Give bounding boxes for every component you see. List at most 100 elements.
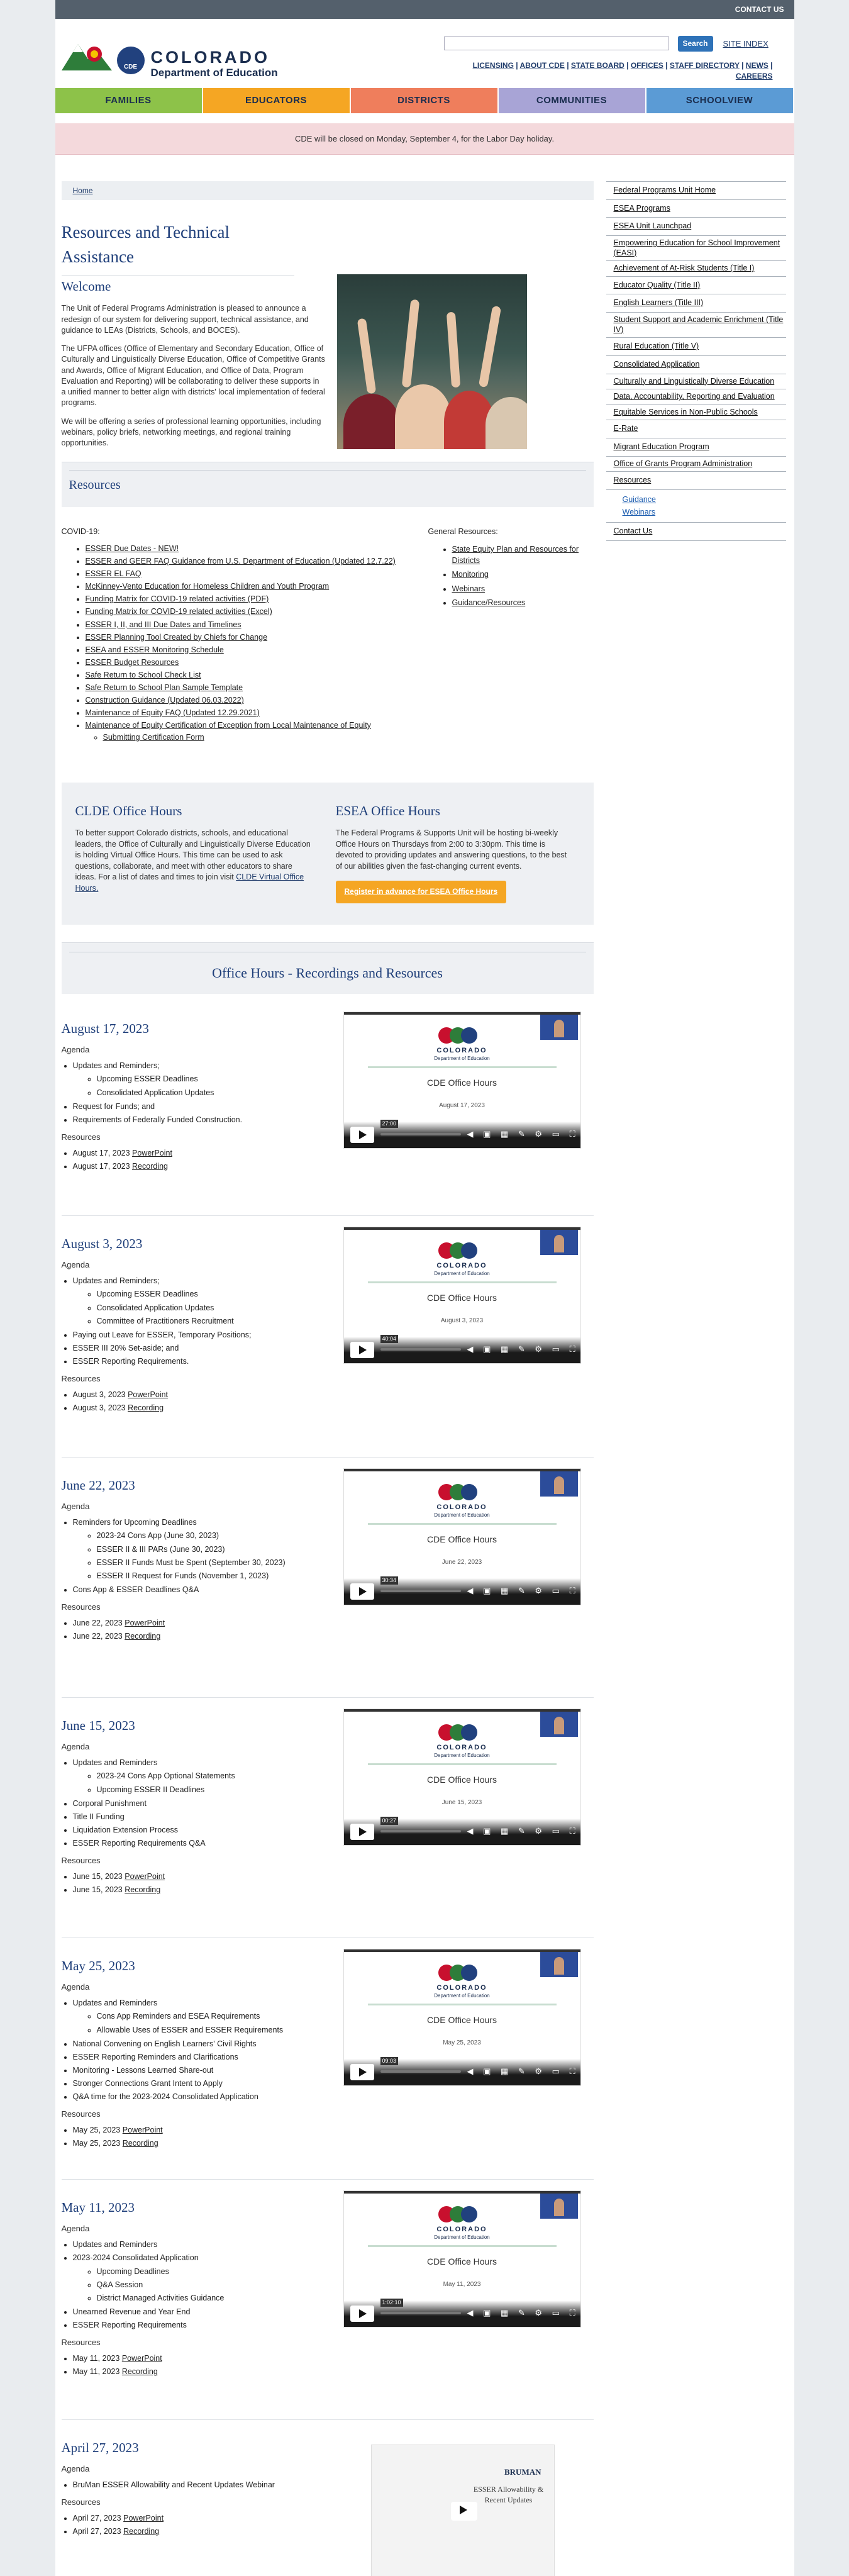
sidebar-item[interactable]: Federal Programs Unit Home <box>606 181 786 200</box>
powerpoint-link[interactable]: PowerPoint <box>132 1149 172 1157</box>
sidebar-item[interactable]: Educator Quality (Title II) <box>606 276 786 295</box>
nav-districts[interactable]: DISTRICTS <box>350 88 499 113</box>
covid-resource-link[interactable]: ESSER Budget Resources <box>86 658 179 667</box>
covid-resource-link[interactable]: Maintenance of Equity Certification of E… <box>86 721 371 730</box>
recording-link[interactable]: Recording <box>132 1162 168 1171</box>
play-button[interactable] <box>350 1824 374 1840</box>
covid-resource-link[interactable]: Safe Return to School Plan Sample Templa… <box>86 683 243 692</box>
video-control-icons[interactable]: ◀ ▣ ▦ ✎ ⚙ ▭ ⛶ <box>467 1129 579 1140</box>
covid-resource-link[interactable]: ESSER EL FAQ <box>86 569 142 578</box>
progress-track[interactable] <box>380 1830 461 1832</box>
progress-track[interactable] <box>380 1348 461 1351</box>
util-link-offices[interactable]: OFFICES <box>631 61 663 70</box>
video-player[interactable]: COLORADO Department of Education CDE Offic… <box>343 1949 581 2086</box>
breadcrumb-home[interactable]: Home <box>73 186 93 195</box>
covid-resource-link[interactable]: Safe Return to School Check List <box>86 671 201 679</box>
powerpoint-link[interactable]: PowerPoint <box>128 1390 168 1399</box>
sidebar-item[interactable]: Rural Education (Title V) <box>606 337 786 356</box>
covid-resource-link[interactable]: ESSER and GEER FAQ Guidance from U.S. De… <box>86 557 396 566</box>
recording-link[interactable]: Recording <box>128 1403 164 1412</box>
sidebar-sub-item-guidance[interactable]: Guidance <box>623 493 786 506</box>
sidebar-item[interactable]: Consolidated Application <box>606 355 786 374</box>
covid-resource-link[interactable]: Funding Matrix for COVID-19 related acti… <box>86 594 269 603</box>
nav-families[interactable]: FAMILIES <box>55 88 203 113</box>
cde-video-logo <box>438 2206 489 2222</box>
sidebar-item[interactable]: Achievement of At-Risk Students (Title I… <box>606 260 786 277</box>
video-control-icons[interactable]: ◀ ▣ ▦ ✎ ⚙ ▭ ⛶ <box>467 2307 579 2319</box>
video-player[interactable]: COLORADO Department of Education CDE Offic… <box>343 1012 581 1149</box>
powerpoint-link[interactable]: PowerPoint <box>125 1872 165 1881</box>
util-link-licensing[interactable]: LICENSING <box>473 61 514 70</box>
util-link-staff-directory[interactable]: STAFF DIRECTORY <box>670 61 740 70</box>
sidebar-item[interactable]: E-Rate <box>606 420 786 438</box>
recording-link[interactable]: Recording <box>125 1632 160 1641</box>
sidebar-item[interactable]: Empowering Education for School Improvem… <box>606 235 786 262</box>
util-link-state-board[interactable]: STATE BOARD <box>571 61 624 70</box>
video-player[interactable]: COLORADO Department of Education CDE Offic… <box>343 1227 581 1364</box>
covid-resource-link[interactable]: Construction Guidance (Updated 06.03.202… <box>86 696 244 705</box>
general-resource-link[interactable]: Monitoring <box>452 570 489 579</box>
recording-link[interactable]: Recording <box>123 2527 159 2536</box>
video-control-icons[interactable]: ◀ ▣ ▦ ✎ ⚙ ▭ ⛶ <box>467 1344 579 1356</box>
sidebar-sub-item-webinars[interactable]: Webinars <box>623 506 786 518</box>
video-control-icons[interactable]: ◀ ▣ ▦ ✎ ⚙ ▭ ⛶ <box>467 1826 579 1837</box>
nav-communities[interactable]: COMMUNITIES <box>498 88 646 113</box>
covid-resource-link[interactable]: McKinney-Vento Education for Homeless Ch… <box>86 582 330 591</box>
sidebar-item[interactable]: Resources <box>606 471 786 490</box>
nav-educators[interactable]: EDUCATORS <box>203 88 351 113</box>
play-button[interactable] <box>350 1583 374 1600</box>
register-esea-button[interactable]: Register in advance for ESEA Office Hour… <box>335 881 507 903</box>
video-player[interactable]: COLORADO Department of Education CDE Offic… <box>343 1468 581 1605</box>
nav-schoolview[interactable]: SCHOOLVIEW <box>646 88 794 113</box>
general-resource-link[interactable]: Webinars <box>452 584 486 593</box>
site-index-link[interactable]: SITE INDEX <box>723 38 769 50</box>
progress-track[interactable] <box>380 2312 461 2314</box>
search-input[interactable] <box>443 36 669 50</box>
search-button[interactable]: Search <box>677 36 713 52</box>
sidebar-item[interactable]: Culturally and Linguistically Diverse Ed… <box>606 373 786 390</box>
video-player[interactable]: COLORADO Department of Education CDE Offic… <box>343 2190 581 2328</box>
sidebar-item[interactable]: Student Support and Academic Enrichment … <box>606 312 786 338</box>
progress-track[interactable] <box>380 1590 461 1592</box>
play-button[interactable] <box>350 1127 374 1143</box>
general-resource-link[interactable]: State Equity Plan and Resources for Dist… <box>452 545 579 565</box>
powerpoint-link[interactable]: PowerPoint <box>125 1619 165 1627</box>
covid-resource-link[interactable]: Funding Matrix for COVID-19 related acti… <box>86 607 272 616</box>
sidebar-item[interactable]: ESEA Programs <box>606 199 786 218</box>
play-button[interactable] <box>350 1342 374 1358</box>
covid-resource-link[interactable]: ESSER I, II, and III Due Dates and Timel… <box>86 620 241 629</box>
util-link-careers[interactable]: CAREERS <box>736 72 773 81</box>
cde-logo[interactable]: CDE COLORADO Department of Education <box>61 33 313 83</box>
video-player[interactable]: BRUMAN ESSER Allowability & Recent Update… <box>370 2445 555 2576</box>
covid-resource-link[interactable]: ESSER Planning Tool Created by Chiefs fo… <box>86 633 268 642</box>
sidebar-item[interactable]: Equitable Services in Non-Public Schools <box>606 404 786 421</box>
powerpoint-link[interactable]: PowerPoint <box>123 2126 163 2134</box>
covid-resource-link[interactable]: ESEA and ESSER Monitoring Schedule <box>86 645 224 654</box>
sidebar-item[interactable]: Data, Accountability, Reporting and Eval… <box>606 389 786 405</box>
sidebar-item[interactable]: Office of Grants Program Administration <box>606 455 786 472</box>
util-link-news[interactable]: NEWS <box>746 61 769 70</box>
recording-link[interactable]: Recording <box>123 2139 158 2148</box>
covid-resource-link[interactable]: Maintenance of Equity FAQ (Updated 12.29… <box>86 708 260 717</box>
play-button[interactable] <box>350 2064 374 2080</box>
sidebar-item-contact-us[interactable]: Contact Us <box>606 521 786 541</box>
recording-link[interactable]: Recording <box>125 1885 160 1894</box>
contact-us-link[interactable]: CONTACT US <box>735 5 784 14</box>
general-resource-link[interactable]: Guidance/Resources <box>452 598 526 607</box>
video-player[interactable]: COLORADO Department of Education CDE Offic… <box>343 1709 581 1846</box>
recording-link[interactable]: Recording <box>122 2367 158 2376</box>
progress-track[interactable] <box>380 1133 461 1135</box>
video-control-icons[interactable]: ◀ ▣ ▦ ✎ ⚙ ▭ ⛶ <box>467 1585 579 1597</box>
powerpoint-link[interactable]: PowerPoint <box>123 2514 164 2523</box>
play-button[interactable] <box>350 2306 374 2322</box>
progress-track[interactable] <box>380 2070 461 2073</box>
play-button[interactable] <box>450 2502 477 2521</box>
sidebar-item[interactable]: English Learners (Title III) <box>606 294 786 313</box>
covid-resource-link[interactable]: ESSER Due Dates - NEW! <box>86 544 179 553</box>
sidebar-item[interactable]: Migrant Education Program <box>606 438 786 457</box>
powerpoint-link[interactable]: PowerPoint <box>122 2354 162 2363</box>
submitting-certification-link[interactable]: Submitting Certification Form <box>103 733 204 742</box>
util-link-about-cde[interactable]: ABOUT CDE <box>520 61 565 70</box>
sidebar-item[interactable]: ESEA Unit Launchpad <box>606 217 786 236</box>
video-control-icons[interactable]: ◀ ▣ ▦ ✎ ⚙ ▭ ⛶ <box>467 2066 579 2078</box>
